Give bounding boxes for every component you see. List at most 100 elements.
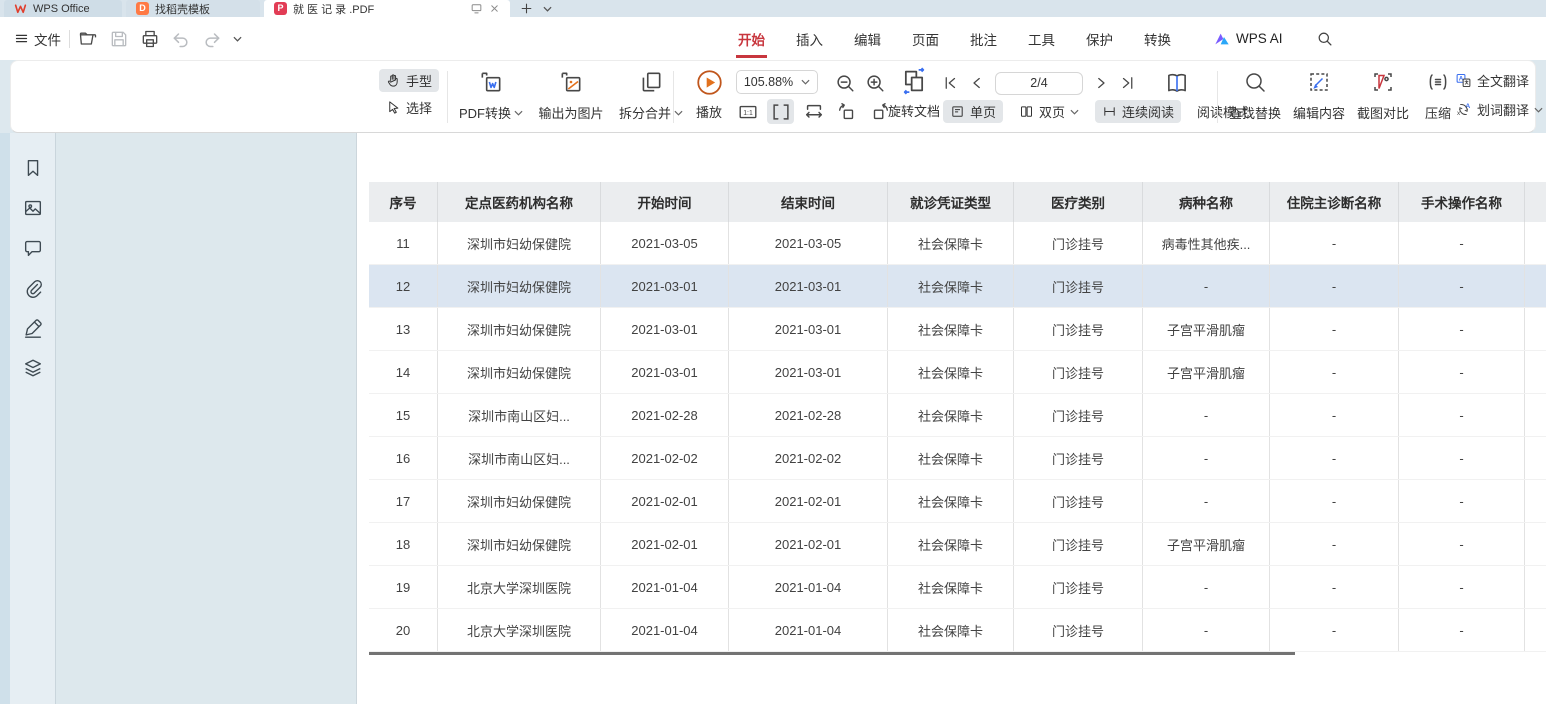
header-end-time: 结束时间: [729, 182, 888, 222]
menu-insert[interactable]: 插入: [794, 20, 825, 58]
word-translate-button[interactable]: xA 划词翻译: [1453, 98, 1545, 121]
table-row[interactable]: 16 深圳市南山区妇... 2021-02-02 2021-02-02 社会保障…: [369, 437, 1546, 480]
chevron-down-icon: [801, 79, 810, 85]
table-row[interactable]: 19 北京大学深圳医院 2021-01-04 2021-01-04 社会保障卡 …: [369, 566, 1546, 609]
window-tab-bar: WPS Office D 找稻壳模板 P 就 医 记 录 .PDF: [0, 0, 1546, 17]
cell-disease-name: -: [1143, 609, 1270, 651]
new-tab-icon[interactable]: [520, 2, 533, 15]
cell-institution: 深圳市妇幼保健院: [438, 308, 601, 350]
compress-icon: [1426, 70, 1450, 94]
quick-access-chevron-icon[interactable]: [233, 36, 242, 42]
hand-tool-button[interactable]: 手型: [379, 69, 439, 92]
cell-end-time: 2021-02-01: [729, 480, 888, 522]
table-row[interactable]: 17 深圳市妇幼保健院 2021-02-01 2021-02-01 社会保障卡 …: [369, 480, 1546, 523]
undo-icon[interactable]: [171, 29, 191, 49]
table-row[interactable]: 18 深圳市妇幼保健院 2021-02-01 2021-02-01 社会保障卡 …: [369, 523, 1546, 566]
page-number-input[interactable]: [995, 72, 1083, 95]
layers-icon[interactable]: [22, 357, 44, 379]
cell-credential-type: 社会保障卡: [888, 609, 1014, 651]
last-page-icon[interactable]: [1119, 74, 1137, 92]
search-icon[interactable]: [1316, 30, 1333, 47]
table-row[interactable]: 14 深圳市妇幼保健院 2021-03-01 2021-03-01 社会保障卡 …: [369, 351, 1546, 394]
cell-institution: 深圳市南山区妇...: [438, 437, 601, 479]
thumbnail-image-icon[interactable]: [22, 197, 44, 219]
cell-start-time: 2021-02-01: [601, 523, 729, 565]
menu-bar: 文件 开始 插入 编辑 页面 批注 工具 保护 转换 WPS AI: [0, 17, 1546, 60]
split-merge-icon: [638, 69, 664, 95]
read-mode-icon[interactable]: [1164, 70, 1190, 96]
next-page-icon[interactable]: [1092, 74, 1110, 92]
actual-size-button[interactable]: 1:1: [734, 99, 761, 124]
continuous-read-button[interactable]: 连续阅读: [1095, 100, 1181, 123]
cell-institution: 深圳市妇幼保健院: [438, 480, 601, 522]
find-replace-button[interactable]: 查找替换: [1223, 61, 1287, 122]
export-image-button[interactable]: 输出为图片: [529, 61, 613, 122]
print-icon[interactable]: [140, 29, 160, 49]
play-button[interactable]: 播放: [683, 69, 735, 121]
redo-icon[interactable]: [202, 29, 222, 49]
cell-credential-type: 社会保障卡: [888, 480, 1014, 522]
menu-home[interactable]: 开始: [736, 20, 767, 58]
fit-width-button[interactable]: [767, 99, 794, 124]
screenshot-compare-button[interactable]: 截图对比: [1351, 61, 1415, 122]
close-tab-icon[interactable]: [489, 3, 500, 14]
single-page-button[interactable]: 单页: [943, 100, 1003, 123]
pdf-page[interactable]: 序号 定点医药机构名称 开始时间 结束时间 就诊凭证类型 医疗类别 病种名称 住…: [356, 133, 1546, 704]
table-row[interactable]: 13 深圳市妇幼保健院 2021-03-01 2021-03-01 社会保障卡 …: [369, 308, 1546, 351]
first-page-icon[interactable]: [941, 74, 959, 92]
edit-content-button[interactable]: 编辑内容: [1287, 61, 1351, 122]
table-row[interactable]: 15 深圳市南山区妇... 2021-02-28 2021-02-28 社会保障…: [369, 394, 1546, 437]
monitor-icon[interactable]: [470, 2, 483, 15]
actual-size-icon: 1:1: [737, 101, 759, 123]
table-row[interactable]: 11 深圳市妇幼保健院 2021-03-05 2021-03-05 社会保障卡 …: [369, 222, 1546, 265]
header-medical-category: 医疗类别: [1014, 182, 1143, 222]
pdf-convert-button[interactable]: PDF转换: [453, 61, 529, 122]
tab-list-chevron-icon[interactable]: [543, 6, 552, 12]
cell-disease-name: 病毒性其他疾...: [1143, 222, 1270, 264]
double-page-button[interactable]: 双页: [1012, 100, 1086, 123]
screenshot-compare-icon: [1371, 70, 1395, 94]
cell-credential-type: 社会保障卡: [888, 222, 1014, 264]
bookmark-icon[interactable]: [22, 157, 44, 179]
rotate-left-button[interactable]: [833, 99, 860, 124]
signature-pen-icon[interactable]: [22, 317, 44, 339]
table-row[interactable]: 12 深圳市妇幼保健院 2021-03-01 2021-03-01 社会保障卡 …: [369, 265, 1546, 308]
tab-wps-office[interactable]: WPS Office: [4, 0, 122, 17]
cell-seq: 13: [369, 308, 438, 350]
menu-edit[interactable]: 编辑: [852, 20, 883, 58]
sidebar-tool-rail: [10, 133, 55, 704]
zoom-level-dropdown[interactable]: 105.88%: [736, 70, 818, 94]
table-row[interactable]: 20 北京大学深圳医院 2021-01-04 2021-01-04 社会保障卡 …: [369, 609, 1546, 652]
tab-pdf-document[interactable]: P 就 医 记 录 .PDF: [264, 0, 510, 17]
tab-docer-templates[interactable]: D 找稻壳模板: [126, 0, 260, 17]
fit-page-button[interactable]: [800, 99, 827, 124]
cell-seq: 18: [369, 523, 438, 565]
cell-overflow: [1525, 351, 1546, 393]
save-icon[interactable]: [109, 29, 129, 49]
double-page-label: 双页: [1039, 102, 1065, 121]
menu-comment[interactable]: 批注: [968, 20, 999, 58]
menu-tools[interactable]: 工具: [1026, 20, 1057, 58]
menu-page[interactable]: 页面: [910, 20, 941, 58]
rotate-document-button[interactable]: 旋转文档: [883, 67, 945, 120]
comment-icon[interactable]: [22, 237, 44, 259]
chevron-down-icon: [514, 110, 523, 116]
file-menu-button[interactable]: 文件: [14, 29, 61, 49]
wps-ai-button[interactable]: WPS AI: [1214, 31, 1283, 46]
menu-convert[interactable]: 转换: [1142, 20, 1173, 58]
cell-seq: 17: [369, 480, 438, 522]
attachment-icon[interactable]: [22, 277, 44, 299]
zoom-out-button[interactable]: [833, 71, 857, 95]
select-tool-button[interactable]: 选择: [379, 96, 439, 119]
cell-inpatient-diagnosis: -: [1270, 609, 1399, 651]
previous-page-icon[interactable]: [968, 74, 986, 92]
split-merge-button[interactable]: 拆分合并: [613, 61, 689, 122]
open-folder-icon[interactable]: [78, 29, 98, 49]
table-body: 11 深圳市妇幼保健院 2021-03-05 2021-03-05 社会保障卡 …: [369, 222, 1546, 652]
cell-overflow: [1525, 480, 1546, 522]
full-text-translate-button[interactable]: A 全文翻译: [1453, 69, 1545, 92]
cell-institution: 北京大学深圳医院: [438, 566, 601, 608]
cell-overflow: [1525, 222, 1546, 264]
cell-end-time: 2021-02-28: [729, 394, 888, 436]
menu-protect[interactable]: 保护: [1084, 20, 1115, 58]
